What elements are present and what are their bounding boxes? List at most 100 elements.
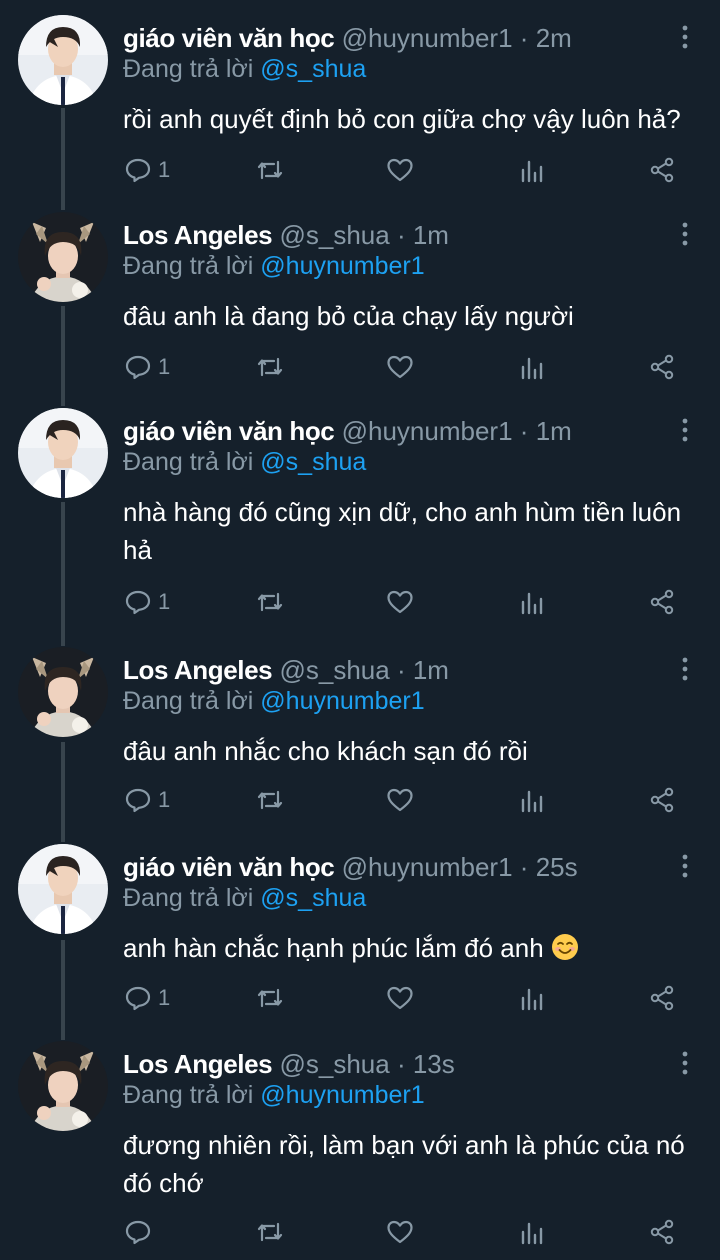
display-name[interactable]: giáo viên văn học xyxy=(123,416,335,446)
user-handle[interactable]: @s_shua xyxy=(279,1049,389,1079)
share-icon xyxy=(650,1219,674,1245)
tweet-actions: 1 xyxy=(124,982,684,1014)
share-button[interactable] xyxy=(648,154,676,186)
timestamp[interactable]: 1m xyxy=(413,655,449,685)
analytics-button[interactable] xyxy=(518,982,546,1014)
analytics-button[interactable] xyxy=(518,784,546,816)
more-vertical-icon[interactable] xyxy=(680,656,690,682)
heart-icon xyxy=(387,158,413,182)
analytics-icon xyxy=(521,357,543,380)
more-vertical-icon[interactable] xyxy=(680,853,690,879)
separator: · xyxy=(519,416,529,446)
user-handle[interactable]: @huynumber1 xyxy=(342,852,513,882)
retweet-button[interactable] xyxy=(256,351,284,383)
reply-mention[interactable]: @s_shua xyxy=(260,55,366,83)
timestamp[interactable]: 1m xyxy=(413,220,449,250)
retweet-button[interactable] xyxy=(256,586,284,618)
separator: · xyxy=(396,220,406,250)
tweet[interactable]: Los Angeles @s_shua · 1m Đang trả lời @h… xyxy=(0,197,720,397)
tweet-text: nhà hàng đó cũng xịn dữ, cho anh hùm tiề… xyxy=(123,497,682,565)
retweet-icon xyxy=(257,988,283,1008)
display-name[interactable]: giáo viên văn học xyxy=(123,23,335,53)
reply-button[interactable]: 1 xyxy=(124,784,170,816)
tweet-text-content: anh hàn chắc hạnh phúc lắm đó anh xyxy=(123,933,544,963)
reply-button[interactable]: 1 xyxy=(124,351,170,383)
share-button[interactable] xyxy=(648,784,676,816)
avatar-giao-vien[interactable] xyxy=(18,15,108,105)
display-name[interactable]: giáo viên văn học xyxy=(123,852,335,882)
user-handle[interactable]: @huynumber1 xyxy=(342,416,513,446)
avatar-los-angeles[interactable] xyxy=(18,647,108,737)
reply-button[interactable]: 1 xyxy=(124,154,170,186)
like-button[interactable] xyxy=(386,982,414,1014)
tweet[interactable]: giáo viên văn học @huynumber1 · 2m Đang … xyxy=(0,0,720,200)
reply-count: 1 xyxy=(158,157,171,182)
reply-icon xyxy=(125,986,151,1011)
reply-prefix: Đang trả lời xyxy=(123,1081,254,1109)
reply-button[interactable] xyxy=(124,1216,158,1248)
share-button[interactable] xyxy=(648,586,676,618)
timestamp[interactable]: 1m xyxy=(536,416,572,446)
retweet-icon xyxy=(257,790,283,810)
tweet-header: Los Angeles @s_shua · 1m xyxy=(123,652,449,688)
reply-prefix: Đang trả lời xyxy=(123,687,254,715)
like-button[interactable] xyxy=(386,154,414,186)
avatar-giao-vien[interactable] xyxy=(18,408,108,498)
tweet[interactable]: giáo viên văn học @huynumber1 · 25s Đang… xyxy=(0,829,720,1029)
reply-context: Đang trả lời @s_shua xyxy=(123,52,366,86)
like-button[interactable] xyxy=(386,351,414,383)
retweet-icon xyxy=(257,160,283,180)
reply-mention[interactable]: @huynumber1 xyxy=(260,687,424,715)
more-vertical-icon[interactable] xyxy=(680,24,690,50)
separator: · xyxy=(519,23,529,53)
user-handle[interactable]: @huynumber1 xyxy=(342,23,513,53)
retweet-button[interactable] xyxy=(256,982,284,1014)
reply-icon xyxy=(125,158,151,183)
user-handle[interactable]: @s_shua xyxy=(279,220,389,250)
heart-icon xyxy=(387,986,413,1010)
reply-context: Đang trả lời @huynumber1 xyxy=(123,249,425,283)
share-button[interactable] xyxy=(648,982,676,1014)
separator: · xyxy=(396,1049,406,1079)
share-button[interactable] xyxy=(648,351,676,383)
analytics-button[interactable] xyxy=(518,1216,546,1248)
avatar-giao-vien[interactable] xyxy=(18,844,108,934)
tweet[interactable]: Los Angeles @s_shua · 13s Đang trả lời @… xyxy=(0,1026,720,1260)
analytics-button[interactable] xyxy=(518,351,546,383)
timestamp[interactable]: 25s xyxy=(536,852,578,882)
timestamp[interactable]: 13s xyxy=(413,1049,455,1079)
display-name[interactable]: Los Angeles xyxy=(123,220,273,250)
tweet[interactable]: giáo viên văn học @huynumber1 · 1m Đang … xyxy=(0,393,720,633)
analytics-button[interactable] xyxy=(518,154,546,186)
analytics-button[interactable] xyxy=(518,586,546,618)
reply-mention[interactable]: @huynumber1 xyxy=(260,1081,424,1109)
timestamp[interactable]: 2m xyxy=(536,23,572,53)
retweet-button[interactable] xyxy=(256,784,284,816)
reply-mention[interactable]: @s_shua xyxy=(260,884,366,912)
reply-button[interactable]: 1 xyxy=(124,982,170,1014)
reply-count: 1 xyxy=(158,787,171,812)
like-button[interactable] xyxy=(386,586,414,618)
reply-mention[interactable]: @huynumber1 xyxy=(260,252,424,280)
user-handle[interactable]: @s_shua xyxy=(279,655,389,685)
like-button[interactable] xyxy=(386,784,414,816)
heart-icon xyxy=(387,590,413,614)
tweet-text: đương nhiên rồi, làm bạn với anh là phúc… xyxy=(123,1130,685,1198)
avatar-los-angeles[interactable] xyxy=(18,212,108,302)
tweet-header: giáo viên văn học @huynumber1 · 1m xyxy=(123,413,572,449)
more-vertical-icon[interactable] xyxy=(680,417,690,443)
share-button[interactable] xyxy=(648,1216,676,1248)
reply-mention[interactable]: @s_shua xyxy=(260,448,366,476)
avatar-los-angeles[interactable] xyxy=(18,1041,108,1131)
more-vertical-icon[interactable] xyxy=(680,1050,690,1076)
analytics-icon xyxy=(521,160,543,183)
like-button[interactable] xyxy=(386,1216,414,1248)
retweet-button[interactable] xyxy=(256,154,284,186)
display-name[interactable]: Los Angeles xyxy=(123,655,273,685)
tweet-header: Los Angeles @s_shua · 13s xyxy=(123,1046,455,1082)
retweet-button[interactable] xyxy=(256,1216,284,1248)
reply-button[interactable]: 1 xyxy=(124,586,170,618)
display-name[interactable]: Los Angeles xyxy=(123,1049,273,1079)
tweet[interactable]: Los Angeles @s_shua · 1m Đang trả lời @h… xyxy=(0,632,720,832)
more-vertical-icon[interactable] xyxy=(680,221,690,247)
